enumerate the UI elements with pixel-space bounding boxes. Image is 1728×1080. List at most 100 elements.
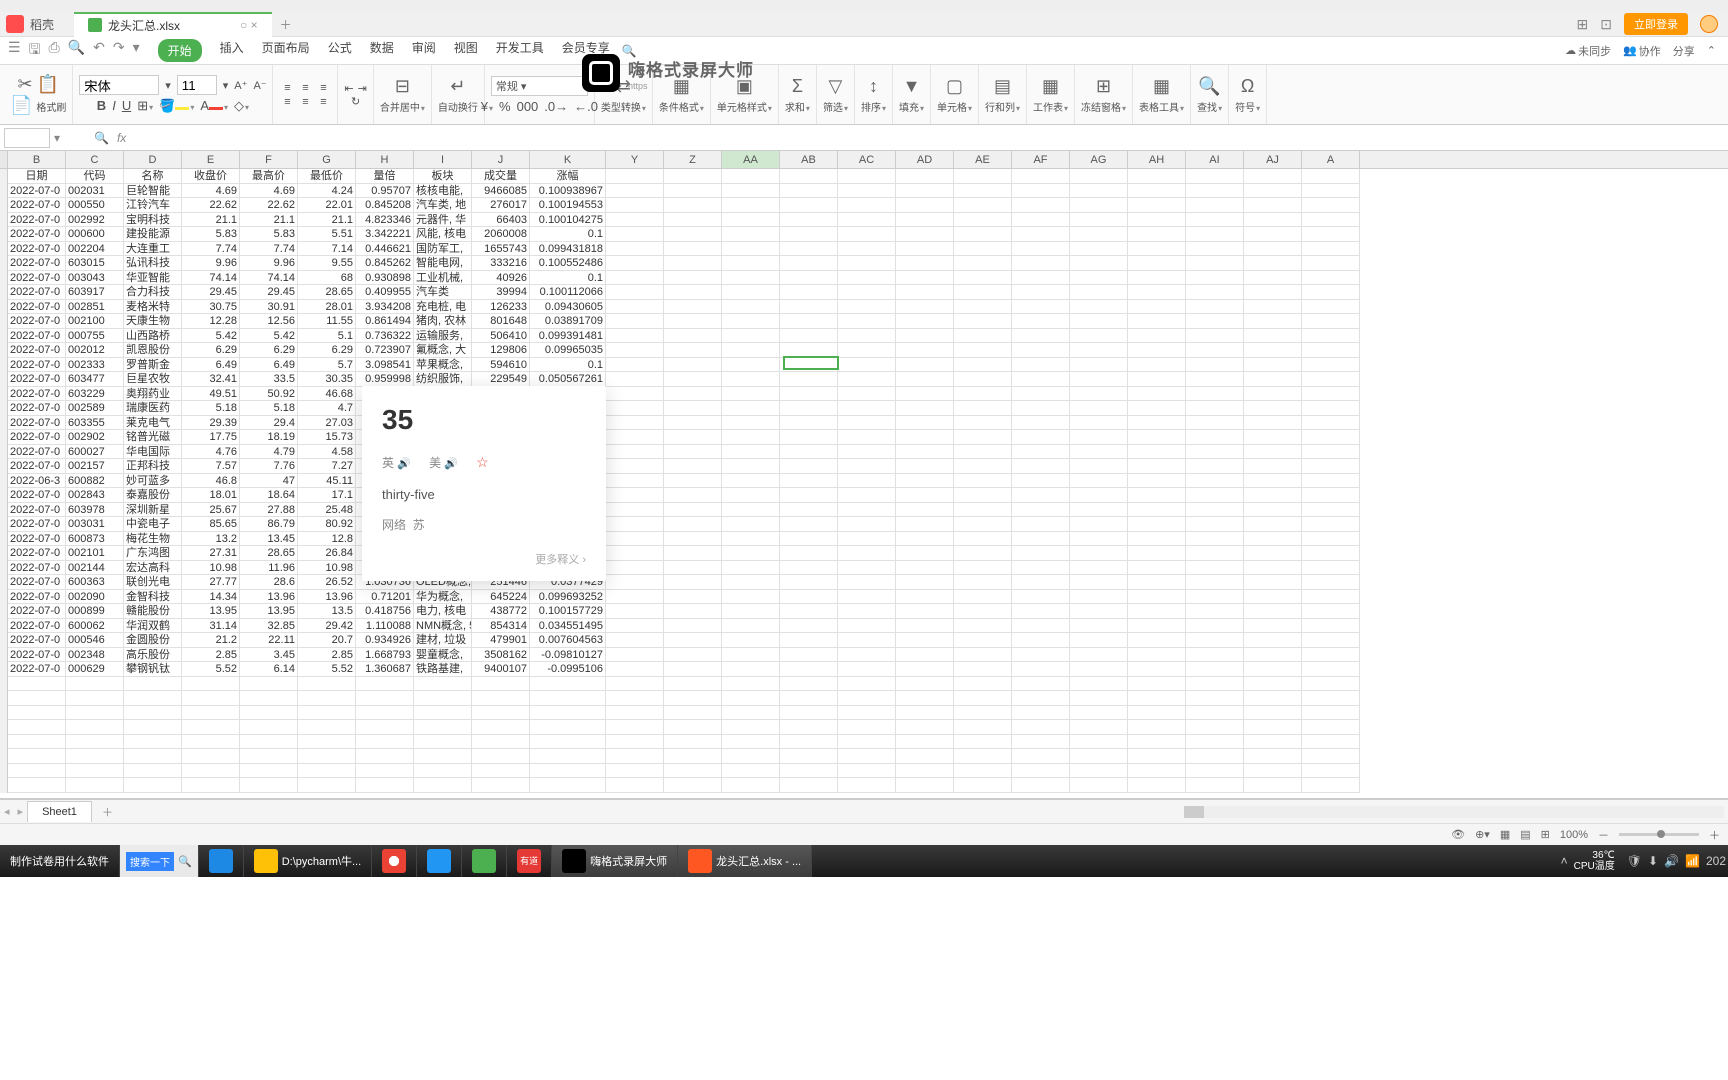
cell[interactable]	[722, 242, 780, 257]
cell[interactable]	[530, 735, 606, 750]
cell[interactable]	[1244, 677, 1302, 692]
cell[interactable]	[722, 648, 780, 663]
cell[interactable]	[954, 488, 1012, 503]
cell[interactable]	[664, 546, 722, 561]
cell[interactable]	[780, 648, 838, 663]
cell[interactable]	[530, 706, 606, 721]
cell[interactable]: 18.19	[240, 430, 298, 445]
cell[interactable]: 2022-07-0	[8, 561, 66, 576]
cell[interactable]	[954, 619, 1012, 634]
cell[interactable]	[66, 706, 124, 721]
cell[interactable]: 20.7	[298, 633, 356, 648]
cell[interactable]	[1012, 474, 1070, 489]
cell[interactable]	[954, 343, 1012, 358]
cell[interactable]	[124, 749, 182, 764]
cell[interactable]	[182, 720, 240, 735]
cell[interactable]: 收盘价	[182, 169, 240, 184]
cell[interactable]: 002851	[66, 300, 124, 315]
cell[interactable]: 46.8	[182, 474, 240, 489]
cell[interactable]: 10.98	[298, 561, 356, 576]
cell[interactable]: 妙可蓝多	[124, 474, 182, 489]
format-painter-button[interactable]: 格式刷	[36, 99, 66, 114]
cell[interactable]	[838, 358, 896, 373]
cell[interactable]	[1012, 503, 1070, 518]
cell[interactable]	[1070, 430, 1128, 445]
cell[interactable]: 30.35	[298, 372, 356, 387]
cell[interactable]	[1012, 184, 1070, 199]
status-lang-icon[interactable]: ⊕▾	[1475, 828, 1490, 841]
cell[interactable]	[1012, 401, 1070, 416]
avatar-icon[interactable]	[1700, 15, 1718, 33]
cell[interactable]	[838, 575, 896, 590]
cell[interactable]	[1012, 285, 1070, 300]
cell[interactable]: 华为概念,	[414, 590, 472, 605]
cell[interactable]	[530, 677, 606, 692]
cell[interactable]: 2022-06-3	[8, 474, 66, 489]
login-button[interactable]: 立即登录	[1624, 13, 1688, 35]
cell[interactable]	[1244, 169, 1302, 184]
taskbar-search[interactable]: 搜索一下🔍	[120, 845, 199, 877]
cell[interactable]	[1302, 590, 1360, 605]
cell[interactable]	[1244, 300, 1302, 315]
cell[interactable]: 2022-07-0	[8, 662, 66, 677]
cell[interactable]	[1128, 213, 1186, 228]
cell[interactable]	[1244, 372, 1302, 387]
cell[interactable]	[1244, 691, 1302, 706]
cell[interactable]	[606, 778, 664, 793]
cell[interactable]: 603917	[66, 285, 124, 300]
cell[interactable]	[780, 387, 838, 402]
cell[interactable]	[1302, 213, 1360, 228]
cell[interactable]: 2022-07-0	[8, 372, 66, 387]
cell[interactable]	[896, 590, 954, 605]
cell[interactable]	[1070, 387, 1128, 402]
cell[interactable]	[664, 691, 722, 706]
cell[interactable]: 21.2	[182, 633, 240, 648]
cell[interactable]	[1302, 474, 1360, 489]
cell[interactable]	[1070, 416, 1128, 431]
cell[interactable]	[1128, 169, 1186, 184]
currency-button[interactable]: ¥	[481, 99, 493, 114]
cell[interactable]	[1302, 401, 1360, 416]
cell[interactable]	[1302, 749, 1360, 764]
cell[interactable]	[1012, 619, 1070, 634]
cell[interactable]	[1186, 227, 1244, 242]
cell[interactable]: 6.29	[240, 343, 298, 358]
cell[interactable]	[1070, 677, 1128, 692]
cell[interactable]	[1186, 242, 1244, 257]
align-top-left-icon[interactable]: ≡	[279, 82, 295, 94]
cell[interactable]	[664, 285, 722, 300]
cell[interactable]	[1186, 720, 1244, 735]
cell[interactable]	[1244, 213, 1302, 228]
cell[interactable]: 13.96	[240, 590, 298, 605]
cell[interactable]	[896, 285, 954, 300]
sum-icon[interactable]: Σ	[792, 76, 803, 97]
cell[interactable]	[664, 590, 722, 605]
cell[interactable]	[664, 677, 722, 692]
cell[interactable]	[1186, 633, 1244, 648]
cell[interactable]	[780, 691, 838, 706]
cell[interactable]	[1302, 575, 1360, 590]
col-header-E[interactable]: E	[182, 151, 240, 168]
cell[interactable]	[1070, 633, 1128, 648]
cell[interactable]	[954, 778, 1012, 793]
cell[interactable]	[8, 778, 66, 793]
cell[interactable]: 18.64	[240, 488, 298, 503]
cell[interactable]: 002090	[66, 590, 124, 605]
cell[interactable]	[1244, 198, 1302, 213]
cell[interactable]	[1302, 387, 1360, 402]
cell[interactable]: 1655743	[472, 242, 530, 257]
cell[interactable]	[606, 401, 664, 416]
cell[interactable]	[1186, 459, 1244, 474]
cell[interactable]	[954, 575, 1012, 590]
fx-label-icon[interactable]: fx	[117, 131, 126, 145]
font-color-button[interactable]: A	[200, 98, 228, 114]
cell[interactable]	[356, 749, 414, 764]
cell[interactable]	[530, 720, 606, 735]
cell[interactable]: 22.11	[240, 633, 298, 648]
cell[interactable]	[896, 387, 954, 402]
menu-tab-8[interactable]: 会员专享	[562, 39, 610, 62]
cell[interactable]	[896, 764, 954, 779]
cell[interactable]: 合力科技	[124, 285, 182, 300]
type-convert-button[interactable]: 类型转换	[601, 99, 646, 114]
cell[interactable]: 29.4	[240, 416, 298, 431]
